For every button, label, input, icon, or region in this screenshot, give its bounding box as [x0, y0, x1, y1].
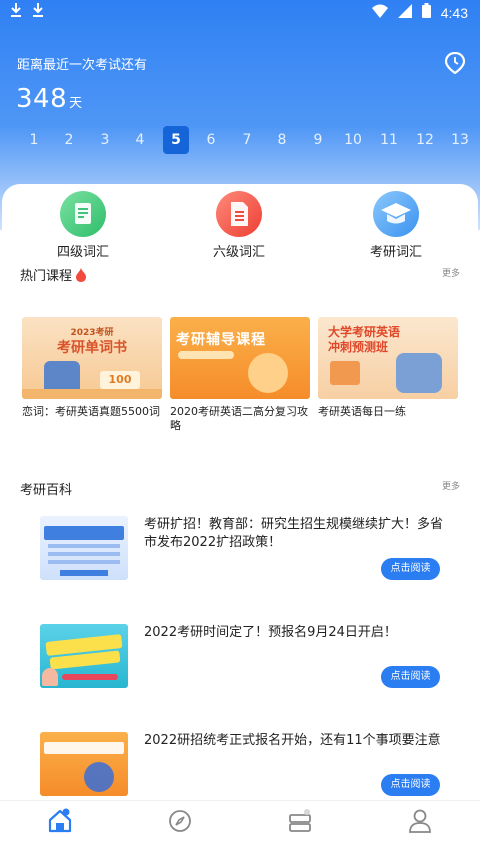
- download-icon: [10, 2, 22, 18]
- category-postgrad[interactable]: 考研词汇: [351, 191, 441, 260]
- week-11[interactable]: 11: [376, 126, 402, 154]
- graduation-cap-icon: [373, 191, 419, 237]
- course-title: 考研英语每日一练: [318, 405, 406, 418]
- course-banner: 考研辅导课程: [170, 317, 310, 399]
- banner-text: 考研辅导课程: [176, 332, 266, 348]
- course-title: 恋词：考研英语真题5500词: [22, 405, 160, 418]
- section-title-text: 热门课程: [20, 269, 73, 284]
- illustration-icon: [248, 353, 288, 393]
- week-2[interactable]: 2: [56, 126, 82, 154]
- week-10[interactable]: 10: [340, 126, 366, 154]
- document-icon: [216, 191, 262, 237]
- week-3[interactable]: 3: [92, 126, 118, 154]
- fire-icon: [76, 268, 87, 286]
- article-thumbnail: [40, 732, 128, 796]
- hot-courses-more[interactable]: 更多: [442, 266, 460, 279]
- book-icon[interactable]: [286, 807, 314, 835]
- course-card[interactable]: 2023考研 考研单词书 100 恋词：考研英语真题5500词: [22, 317, 162, 419]
- compass-icon[interactable]: [166, 807, 194, 835]
- category-cet4[interactable]: 四级词汇: [38, 191, 128, 260]
- article-title: 考研扩招！教育部：研究生招生规模继续扩大！多省市发布2022扩招政策！: [144, 517, 444, 550]
- battery-icon: [421, 3, 431, 22]
- category-cet6[interactable]: 六级词汇: [194, 191, 284, 260]
- hot-courses-title: 热门课程: [20, 265, 87, 286]
- signal-icon: [397, 3, 412, 22]
- article-thumbnail: [40, 516, 128, 580]
- countdown-days: 348 天: [16, 84, 82, 114]
- countdown-label: 距离最近一次考试还有: [17, 58, 148, 73]
- course-card[interactable]: 考研辅导课程 2020考研英语二高分复习攻略: [170, 317, 310, 433]
- location-icon[interactable]: [444, 51, 466, 75]
- week-13[interactable]: 13: [447, 126, 473, 154]
- article-thumbnail: [40, 624, 128, 688]
- category-label: 四级词汇: [56, 245, 109, 260]
- wifi-icon: [371, 4, 388, 22]
- profile-icon[interactable]: [406, 807, 434, 835]
- home-icon[interactable]: [46, 807, 74, 835]
- week-4[interactable]: 4: [127, 126, 153, 154]
- read-button[interactable]: 点击阅读: [381, 558, 440, 580]
- week-selector: 1 2 3 4 5 6 7 8 9 10 11 12 13: [0, 126, 480, 154]
- week-6[interactable]: 6: [198, 126, 224, 154]
- days-number: 348: [16, 84, 68, 114]
- illustration-icon: [44, 361, 80, 391]
- week-5[interactable]: 5: [163, 126, 189, 154]
- download-icon: [32, 2, 44, 18]
- article-item[interactable]: 考研扩招！教育部：研究生招生规模继续扩大！多省市发布2022扩招政策！ 点击阅读: [0, 516, 480, 606]
- bottom-tab-bar: [0, 800, 480, 854]
- read-button[interactable]: 点击阅读: [381, 666, 440, 688]
- article-item[interactable]: 2022考研时间定了！预报名9月24日开启！ 点击阅读: [0, 624, 480, 714]
- course-title: 2020考研英语二高分复习攻略: [170, 405, 308, 432]
- week-7[interactable]: 7: [234, 126, 260, 154]
- week-8[interactable]: 8: [269, 126, 295, 154]
- banner-text: 100: [100, 371, 140, 389]
- encyclopedia-title: 考研百科: [20, 483, 73, 498]
- course-banner: 大学考研英语 冲刺预测班: [318, 317, 458, 399]
- banner-text: 考研单词书: [57, 340, 127, 356]
- read-button[interactable]: 点击阅读: [381, 774, 440, 796]
- category-label: 考研词汇: [369, 245, 422, 260]
- article-title: 2022考研时间定了！预报名9月24日开启！: [144, 625, 397, 640]
- encyclopedia-more[interactable]: 更多: [442, 479, 460, 492]
- status-time: 4:43: [440, 4, 468, 21]
- week-1[interactable]: 1: [21, 126, 47, 154]
- status-bar: 4:43: [0, 0, 480, 24]
- week-9[interactable]: 9: [305, 126, 331, 154]
- article-title: 2022研招统考正式报名开始，还有11个事项要注意: [144, 733, 441, 748]
- course-banner: 2023考研 考研单词书 100: [22, 317, 162, 399]
- week-12[interactable]: 12: [412, 126, 438, 154]
- category-label: 六级词汇: [212, 245, 265, 260]
- days-unit: 天: [69, 96, 83, 111]
- course-card[interactable]: 大学考研英语 冲刺预测班 考研英语每日一练: [318, 317, 458, 419]
- document-icon: [60, 191, 106, 237]
- illustration-icon: [396, 353, 442, 393]
